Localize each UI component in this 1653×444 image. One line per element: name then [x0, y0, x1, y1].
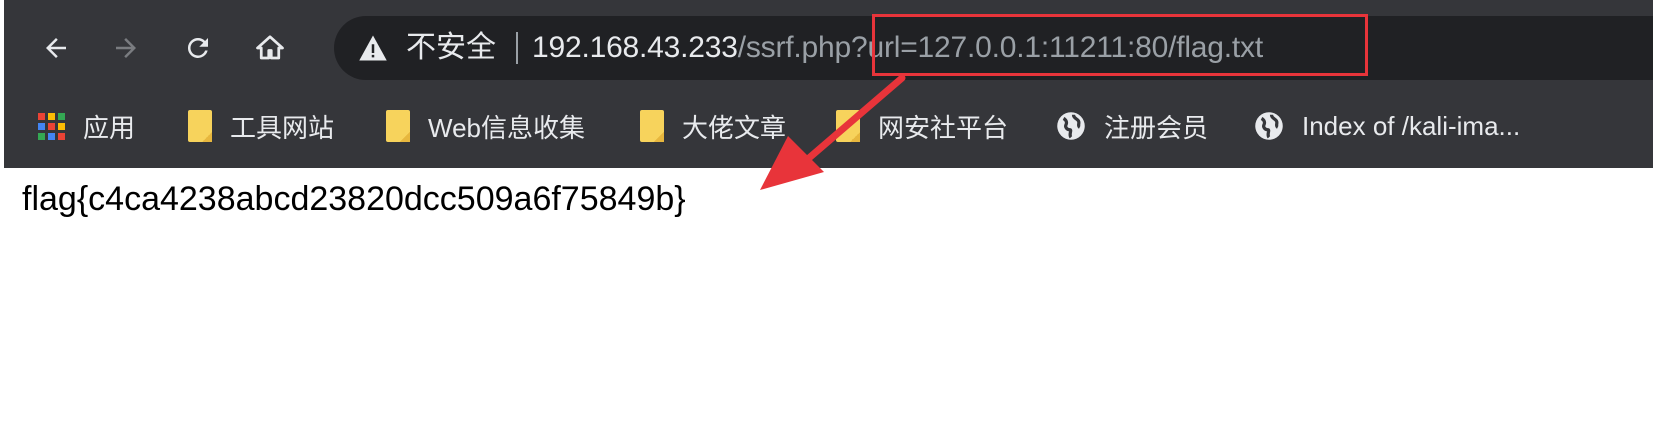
folder-icon [188, 110, 212, 142]
bookmark-folder-netsec[interactable]: 网安社平台 [836, 104, 1008, 148]
reload-icon [187, 37, 208, 58]
bookmark-label: 工具网站 [230, 112, 335, 143]
folder-icon [836, 110, 860, 142]
omnibox-divider [516, 32, 518, 64]
globe-icon [1255, 112, 1283, 140]
reload-button[interactable] [176, 26, 220, 70]
folder-icon [640, 110, 664, 142]
page-body-text: flag{c4ca4238abcd23820dcc509a6f75849b} [22, 180, 686, 218]
bookmark-label: 注册会员 [1104, 112, 1209, 143]
globe-icon [1057, 112, 1085, 140]
bookmark-kali-index[interactable]: Index of /kali-ima... [1254, 104, 1520, 148]
bookmark-apps[interactable]: 应用 [38, 104, 135, 148]
url-text[interactable]: 192.168.43.233/ssrf.php?url=127.0.0.1:11… [532, 29, 1263, 67]
bookmark-label: Web信息收集 [428, 112, 585, 143]
bookmark-label: 网安社平台 [878, 112, 1009, 143]
not-secure-label[interactable]: 不安全 [406, 30, 496, 66]
home-icon [256, 35, 284, 60]
address-bar[interactable]: 不安全 192.168.43.233/ssrf.php?url=127.0.0.… [334, 16, 1653, 80]
folder-icon [386, 110, 410, 142]
bookmark-label: 大佬文章 [682, 112, 787, 143]
bookmark-label: 应用 [83, 112, 136, 143]
apps-grid-icon [38, 112, 65, 140]
bookmark-register[interactable]: 注册会员 [1056, 104, 1208, 148]
bookmarks-bar: 应用 工具网站 Web信息收集 大佬文章 网安社平台 注册会员 Index of… [4, 92, 1653, 160]
home-button[interactable] [248, 26, 292, 70]
browser-toolbar: 不安全 192.168.43.233/ssrf.php?url=127.0.0.… [4, 0, 1653, 92]
browser-chrome: 不安全 192.168.43.233/ssrf.php?url=127.0.0.… [4, 0, 1653, 168]
bookmark-folder-web-info[interactable]: Web信息收集 [386, 104, 585, 148]
warning-triangle-icon [359, 35, 387, 61]
bookmark-label: Index of /kali-ima... [1302, 110, 1521, 141]
bookmark-folder-tools[interactable]: 工具网站 [188, 104, 334, 148]
arrow-right-icon [116, 38, 136, 58]
bookmark-folder-articles[interactable]: 大佬文章 [640, 104, 786, 148]
arrow-left-icon [46, 38, 66, 58]
url-path: /ssrf.php?url=127.0.0.1:11211:80/flag.tx… [737, 31, 1263, 64]
url-host: 192.168.43.233 [532, 31, 738, 64]
back-button[interactable] [34, 26, 78, 70]
forward-button[interactable] [104, 26, 148, 70]
